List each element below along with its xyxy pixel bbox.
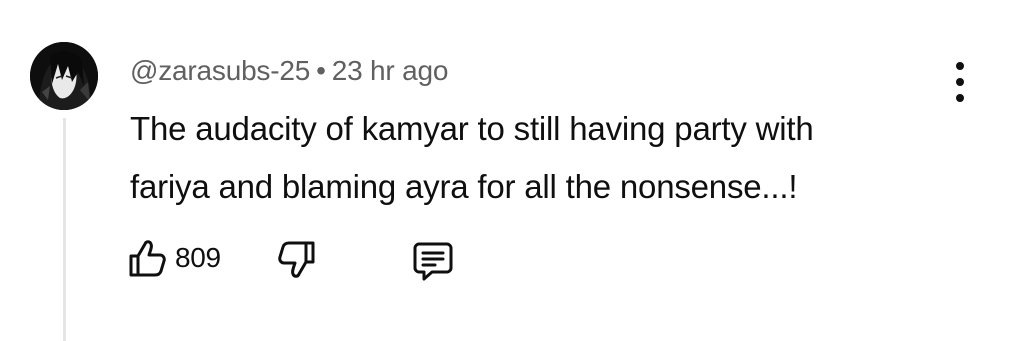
comment-reply-icon xyxy=(413,242,453,281)
comment-text: The audacity of kamyar to still having p… xyxy=(130,100,950,217)
thread-line xyxy=(63,118,66,341)
comment-meta: @zarasubs-25 • 23 hr ago xyxy=(130,55,448,87)
comment: @zarasubs-25 • 23 hr ago The audacity of k… xyxy=(0,0,1024,341)
meta-separator: • xyxy=(316,55,326,86)
comment-text-line: fariya and blaming ayra for all the nons… xyxy=(130,168,798,206)
more-vert-icon[interactable] xyxy=(945,58,975,106)
menu-dot xyxy=(956,62,964,70)
like-count: 809 xyxy=(175,242,221,273)
thumbs-up-icon xyxy=(129,240,166,277)
author-handle[interactable]: @zarasubs-25 xyxy=(130,55,310,86)
thumbs-down-icon xyxy=(278,241,315,278)
avatar[interactable] xyxy=(30,42,98,110)
menu-dot xyxy=(956,94,964,102)
menu-dot xyxy=(956,78,964,86)
avatar-image xyxy=(30,42,98,110)
dislike-button[interactable] xyxy=(275,238,319,282)
comment-text-line: The audacity of kamyar to still having p… xyxy=(130,110,814,147)
reply-button[interactable] xyxy=(410,238,456,284)
comment-time[interactable]: 23 hr ago xyxy=(332,55,449,86)
like-button[interactable]: 809 xyxy=(125,236,221,280)
